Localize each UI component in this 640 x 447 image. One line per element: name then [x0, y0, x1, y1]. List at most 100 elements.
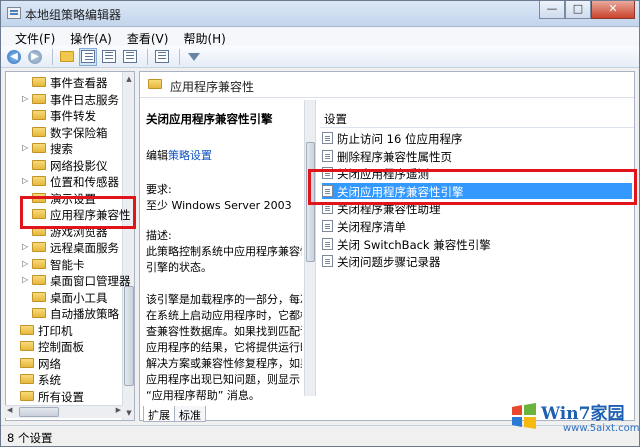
tree-item-label: 桌面小工具: [50, 290, 108, 305]
setting-label: 删除程序兼容性属性页: [337, 149, 452, 164]
description-text-line: 引擎的状态。: [146, 261, 212, 274]
export-list-button[interactable]: [100, 48, 118, 66]
folder-icon: [20, 357, 34, 368]
tree-item[interactable]: 事件转发: [6, 107, 123, 123]
policy-setting-icon: [322, 149, 333, 162]
tree-item-label: 位置和传感器: [50, 175, 119, 189]
tree-item[interactable]: 自动播放策略: [6, 305, 123, 321]
tree-vertical-scrollbar[interactable]: ▲ ▼: [122, 72, 134, 420]
show-tree-button[interactable]: [79, 47, 97, 66]
setting-row[interactable]: 删除程序兼容性属性页: [322, 148, 632, 164]
scroll-thumb[interactable]: [19, 407, 59, 417]
setting-label: 关闭 SwitchBack 兼容性引擎: [337, 237, 491, 252]
toolbar-separator: [179, 48, 180, 65]
up-folder-button[interactable]: [58, 48, 76, 66]
expand-arrow-icon[interactable]: ▷: [22, 176, 30, 186]
setting-row[interactable]: 关闭问题步骤记录器: [322, 253, 632, 269]
setting-row[interactable]: 关闭 SwitchBack 兼容性引擎: [322, 236, 632, 252]
tree-item-label: 所有设置: [38, 389, 84, 404]
tree-item[interactable]: 数字保险箱: [6, 124, 123, 140]
tree-item[interactable]: 网络: [6, 355, 123, 371]
tree-item[interactable]: 游戏浏览器: [6, 223, 123, 239]
tree-item[interactable]: 网络投影仪: [6, 157, 123, 173]
window-title: 本地组策略编辑器: [25, 8, 122, 22]
folder-icon: [32, 242, 46, 252]
setting-row[interactable]: 关闭应用程序兼容性引擎: [322, 182, 632, 199]
tree-item[interactable]: 桌面小工具: [6, 289, 123, 305]
scroll-down-icon[interactable]: ▼: [124, 407, 134, 419]
scroll-left-icon[interactable]: ◀: [7, 406, 12, 414]
tree-item-label: 游戏浏览器: [50, 224, 108, 239]
tree-item[interactable]: ▷ 智能卡: [6, 256, 123, 272]
tree-item[interactable]: ▷ 搜索: [6, 140, 123, 156]
expand-arrow-icon[interactable]: ▷: [22, 242, 30, 252]
tree-item[interactable]: ▷ 远程桌面服务: [6, 239, 123, 255]
folder-icon: [20, 390, 34, 401]
setting-row[interactable]: 关闭程序清单: [322, 218, 632, 234]
tree-item-label: 事件查看器: [50, 76, 108, 90]
close-button[interactable]: ✕: [591, 1, 635, 19]
forward-arrow-icon: ▶: [28, 49, 42, 64]
setting-label: 关闭问题步骤记录器: [337, 255, 441, 270]
menu-view[interactable]: 查看(V): [121, 28, 178, 46]
tree-item[interactable]: 控制面板: [6, 338, 123, 354]
status-text: 8 个设置: [7, 431, 53, 445]
scroll-right-icon[interactable]: ▶: [116, 406, 121, 414]
scroll-up-icon[interactable]: ▲: [124, 73, 134, 85]
menu-file[interactable]: 文件(F): [9, 28, 64, 46]
menu-action[interactable]: 操作(A): [64, 28, 121, 46]
expand-arrow-icon[interactable]: ▷: [22, 259, 30, 269]
policy-setting-icon: [322, 255, 333, 268]
title-bar[interactable]: 本地组策略编辑器 — □ ✕: [1, 1, 639, 27]
folder-icon: [32, 143, 46, 153]
tree-item[interactable]: 所有设置: [6, 388, 123, 404]
tree-item[interactable]: ▷ 桌面窗口管理器: [6, 272, 131, 288]
tree-item[interactable]: 打印机: [6, 322, 123, 338]
tab-standard[interactable]: 标准: [174, 406, 206, 422]
tree-item[interactable]: 系统: [6, 371, 123, 387]
tree-horizontal-scrollbar[interactable]: ◀ ▶: [5, 405, 123, 418]
watermark-url: www.5aixt.com: [563, 423, 640, 434]
expand-arrow-icon[interactable]: ▷: [22, 94, 30, 104]
setting-row[interactable]: 关闭应用程序遥测: [322, 165, 632, 181]
expand-arrow-icon[interactable]: ▷: [22, 275, 30, 285]
minimize-button[interactable]: —: [539, 1, 565, 19]
scroll-thumb[interactable]: [306, 142, 315, 262]
tree-item-label: 网络投影仪: [50, 158, 108, 173]
menu-help[interactable]: 帮助(H): [177, 28, 234, 46]
folder-icon: [32, 275, 46, 285]
pane-header-title: 应用程序兼容性: [170, 80, 255, 94]
tree-item[interactable]: 应用程序兼容性: [6, 206, 131, 222]
tree-item[interactable]: ▷ 位置和传感器: [6, 173, 123, 189]
folder-icon: [32, 225, 46, 236]
folder-icon: [20, 324, 34, 335]
tree-item-label: 搜索: [50, 142, 73, 156]
details-pane: 应用程序兼容性 关闭应用程序兼容性引擎 编辑策略设置 要求: 至少 Window…: [139, 71, 635, 421]
edit-policy-link[interactable]: 策略设置: [168, 149, 212, 162]
setting-row[interactable]: 防止访问 16 位应用程序: [322, 130, 632, 146]
scroll-thumb[interactable]: [124, 286, 134, 386]
tab-extended[interactable]: 扩展: [143, 406, 175, 422]
forward-button[interactable]: ▶: [26, 48, 44, 66]
expand-arrow-icon[interactable]: ▷: [22, 143, 30, 153]
maximize-button[interactable]: □: [565, 1, 591, 19]
back-button[interactable]: ◀: [5, 48, 23, 66]
help-button[interactable]: [121, 48, 139, 66]
toolbar-separator: [147, 48, 148, 65]
properties-button[interactable]: [153, 48, 171, 66]
navigation-tree[interactable]: ▲ ▼ 事件查看器 ▷ 事件日志服务 事件转发 数字保险箱 ▷ 搜索网络投影仪 ▷ 位置和传感器…: [5, 71, 135, 421]
watermark-brand: Win7家园: [541, 404, 625, 424]
setting-row[interactable]: 关闭程序兼容性助理: [322, 200, 632, 216]
tree-item[interactable]: 演示设置: [6, 190, 123, 206]
folder-icon: [32, 159, 46, 170]
description-scrollbar[interactable]: [304, 100, 316, 396]
policy-setting-icon: [322, 202, 333, 215]
folder-icon: [148, 79, 162, 89]
properties-icon: [155, 50, 169, 63]
gpedit-window: 本地组策略编辑器 — □ ✕ 文件(F) 操作(A) 查看(V) 帮助(H) ◀…: [0, 0, 640, 447]
tree-item[interactable]: ▷ 事件日志服务: [6, 91, 123, 107]
settings-column-header[interactable]: 设置: [320, 108, 634, 128]
tree-item[interactable]: 事件查看器: [6, 74, 123, 90]
toolbar-separator: [52, 48, 53, 65]
filter-button[interactable]: [185, 48, 203, 66]
